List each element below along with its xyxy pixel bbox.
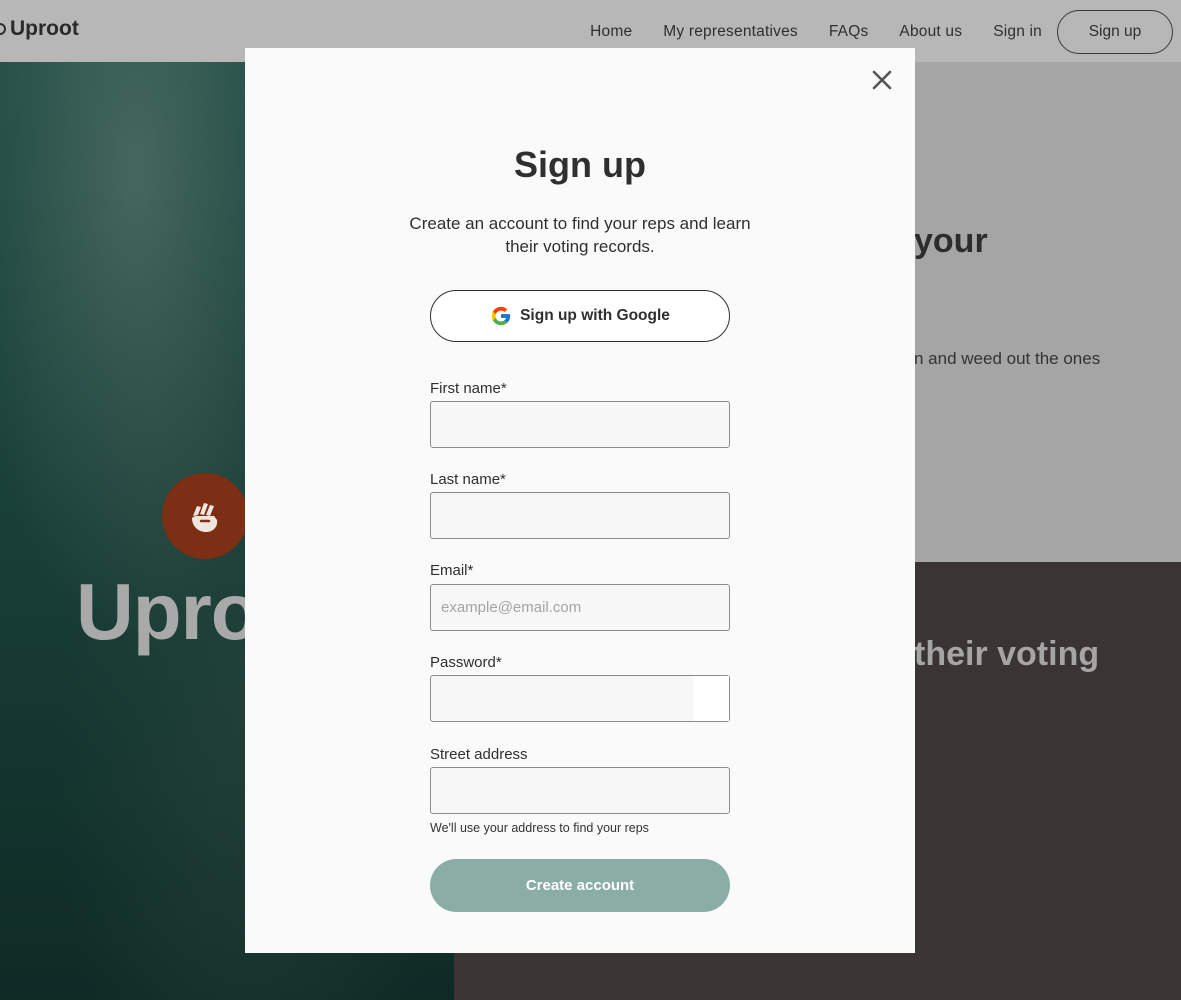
email-input[interactable] [430,584,730,631]
first-name-input[interactable] [430,401,730,448]
email-label: Email* [430,562,474,579]
last-name-label: Last name* [430,471,506,488]
modal-title: Sign up [514,144,646,185]
records-heading: their voting [914,635,1100,673]
password-label: Password* [430,654,502,671]
create-account-button[interactable]: Create account [430,859,730,912]
nav-faqs[interactable]: FAQs [829,23,869,41]
close-modal-button[interactable] [868,66,896,94]
fist-logo-icon [162,473,248,559]
password-input[interactable] [430,675,730,722]
address-hint: We'll use your address to find your reps [430,821,649,835]
brand-logo[interactable]: Uproot [0,14,79,44]
sign-up-with-google-button[interactable]: Sign up with Google [430,290,730,342]
first-name-label: First name* [430,380,507,397]
intro-heading: your [914,222,988,260]
last-name-input[interactable] [430,492,730,539]
nav-sign-in[interactable]: Sign in [993,23,1042,41]
google-button-label: Sign up with Google [520,307,670,324]
street-address-input[interactable] [430,767,730,814]
nav-about-us[interactable]: About us [899,23,962,41]
nav-sign-up-button[interactable]: Sign up [1057,10,1173,54]
intro-text: n and weed out the ones [914,349,1101,368]
google-icon [491,306,511,326]
nav-my-representatives[interactable]: My representatives [663,23,798,41]
uproot-logo-icon [0,23,6,35]
street-address-label: Street address [430,746,528,763]
modal-subtitle: Create an account to find your reps and … [409,214,751,256]
brand-name: Uproot [10,17,79,40]
close-icon [872,70,892,90]
nav-home[interactable]: Home [590,23,632,41]
password-visibility-toggle[interactable] [693,676,729,721]
